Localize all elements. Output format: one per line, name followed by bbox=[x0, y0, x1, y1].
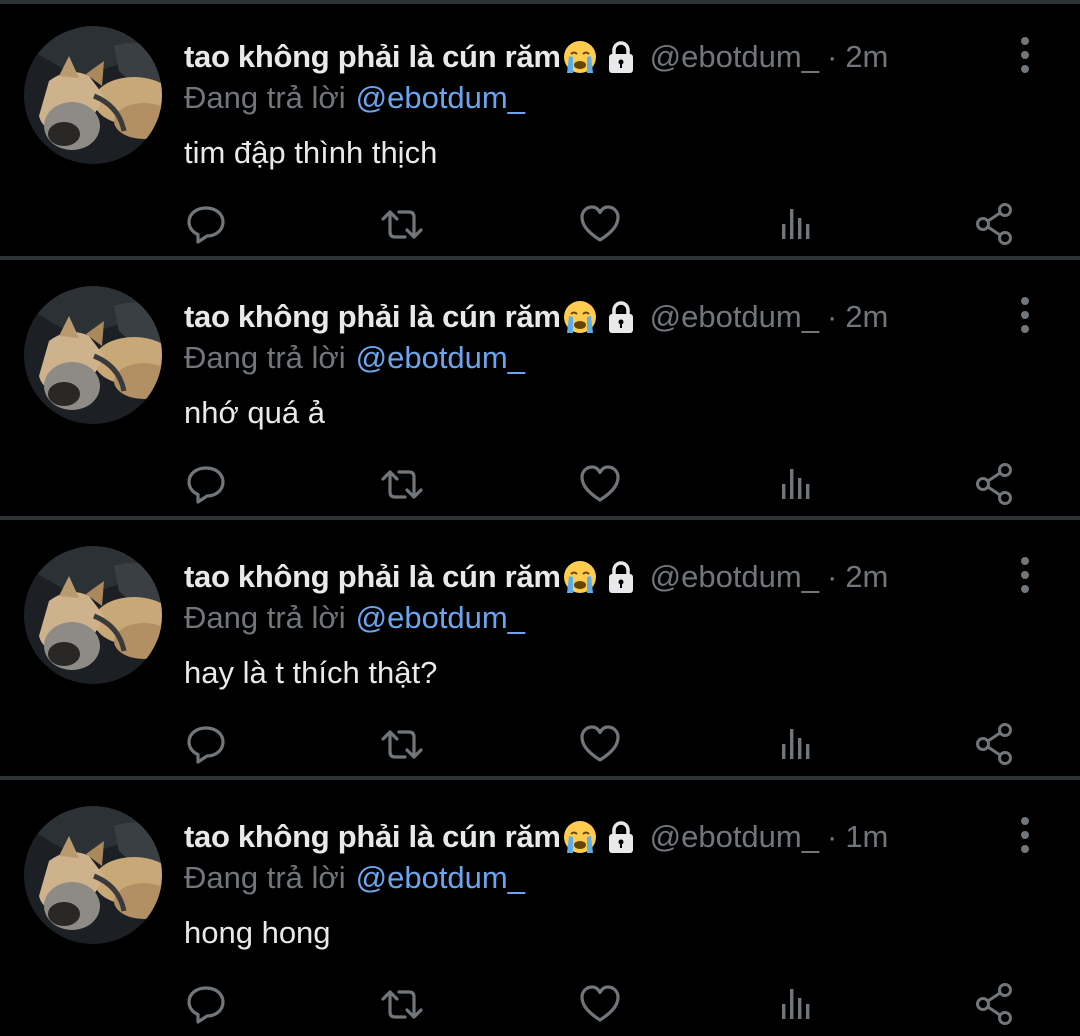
tweet[interactable]: tao không phải là cún răm @ebotdum_ · 2m… bbox=[0, 4, 1080, 260]
display-name[interactable]: tao không phải là cún răm bbox=[184, 299, 561, 335]
retweet-icon[interactable] bbox=[378, 460, 426, 508]
avatar[interactable] bbox=[24, 286, 162, 424]
tweet-header: tao không phải là cún răm @ebotdum_ · 2m bbox=[184, 292, 888, 342]
reply-to-handle-link[interactable]: @ebotdum_ bbox=[356, 860, 525, 896]
tweet-text: nhớ quá ả bbox=[184, 395, 325, 430]
tweet[interactable]: tao không phải là cún răm @ebotdum_ · 1m… bbox=[0, 784, 1080, 1036]
lock-icon bbox=[604, 299, 638, 335]
separator: · bbox=[826, 819, 838, 854]
tweet-header: tao không phải là cún răm @ebotdum_ · 2m bbox=[184, 32, 888, 82]
share-icon[interactable] bbox=[970, 460, 1018, 508]
reply-icon[interactable] bbox=[182, 460, 230, 508]
display-name[interactable]: tao không phải là cún răm bbox=[184, 559, 561, 595]
tweet-text: hong hong bbox=[184, 915, 331, 950]
tweet-actions bbox=[0, 460, 1080, 510]
lock-icon bbox=[604, 39, 638, 75]
reply-prefix: Đang trả lời bbox=[184, 340, 346, 375]
tweet-divider bbox=[0, 256, 1080, 260]
reply-icon[interactable] bbox=[182, 200, 230, 248]
like-icon[interactable] bbox=[576, 460, 624, 508]
tweet[interactable]: tao không phải là cún răm @ebotdum_ · 2m… bbox=[0, 524, 1080, 780]
replying-to: Đang trả lời @ebotdum_ bbox=[184, 856, 525, 900]
timestamp[interactable]: 1m bbox=[845, 819, 888, 855]
reply-to-handle-link[interactable]: @ebotdum_ bbox=[356, 600, 525, 636]
replying-to: Đang trả lời @ebotdum_ bbox=[184, 76, 525, 120]
like-icon[interactable] bbox=[576, 200, 624, 248]
like-icon[interactable] bbox=[576, 720, 624, 768]
display-name[interactable]: tao không phải là cún răm bbox=[184, 39, 561, 75]
more-vertical-icon[interactable] bbox=[1008, 554, 1042, 596]
replying-to: Đang trả lời @ebotdum_ bbox=[184, 336, 525, 380]
tweet-actions bbox=[0, 200, 1080, 250]
more-vertical-icon[interactable] bbox=[1008, 814, 1042, 856]
lock-icon bbox=[604, 819, 638, 855]
views-icon[interactable] bbox=[772, 460, 820, 508]
tweet-actions bbox=[0, 720, 1080, 770]
reply-icon[interactable] bbox=[182, 720, 230, 768]
reply-prefix: Đang trả lời bbox=[184, 80, 346, 115]
user-handle[interactable]: @ebotdum_ bbox=[650, 299, 819, 335]
views-icon[interactable] bbox=[772, 980, 820, 1028]
timestamp[interactable]: 2m bbox=[845, 39, 888, 75]
lock-icon bbox=[604, 559, 638, 595]
avatar[interactable] bbox=[24, 806, 162, 944]
more-vertical-icon[interactable] bbox=[1008, 34, 1042, 76]
display-name[interactable]: tao không phải là cún răm bbox=[184, 819, 561, 855]
replying-to: Đang trả lời @ebotdum_ bbox=[184, 596, 525, 640]
reply-prefix: Đang trả lời bbox=[184, 860, 346, 895]
tweet-divider bbox=[0, 516, 1080, 520]
loudly-crying-face-icon bbox=[562, 39, 598, 75]
user-handle[interactable]: @ebotdum_ bbox=[650, 39, 819, 75]
user-handle[interactable]: @ebotdum_ bbox=[650, 819, 819, 855]
more-vertical-icon[interactable] bbox=[1008, 294, 1042, 336]
loudly-crying-face-icon bbox=[562, 819, 598, 855]
reply-prefix: Đang trả lời bbox=[184, 600, 346, 635]
separator: · bbox=[826, 39, 838, 74]
tweet-divider bbox=[0, 776, 1080, 780]
tweet-header: tao không phải là cún răm @ebotdum_ · 2m bbox=[184, 552, 888, 602]
avatar[interactable] bbox=[24, 26, 162, 164]
tweet-feed: tao không phải là cún răm @ebotdum_ · 2m… bbox=[0, 0, 1080, 1036]
loudly-crying-face-icon bbox=[562, 299, 598, 335]
reply-to-handle-link[interactable]: @ebotdum_ bbox=[356, 340, 525, 376]
reply-icon[interactable] bbox=[182, 980, 230, 1028]
tweet-text: hay là t thích thật? bbox=[184, 655, 438, 690]
share-icon[interactable] bbox=[970, 200, 1018, 248]
tweet-header: tao không phải là cún răm @ebotdum_ · 1m bbox=[184, 812, 888, 862]
tweet-text: tim đập thình thịch bbox=[184, 135, 438, 170]
retweet-icon[interactable] bbox=[378, 720, 426, 768]
share-icon[interactable] bbox=[970, 720, 1018, 768]
loudly-crying-face-icon bbox=[562, 559, 598, 595]
like-icon[interactable] bbox=[576, 980, 624, 1028]
share-icon[interactable] bbox=[970, 980, 1018, 1028]
separator: · bbox=[826, 559, 838, 594]
reply-to-handle-link[interactable]: @ebotdum_ bbox=[356, 80, 525, 116]
tweet[interactable]: tao không phải là cún răm @ebotdum_ · 2m… bbox=[0, 264, 1080, 520]
avatar[interactable] bbox=[24, 546, 162, 684]
timestamp[interactable]: 2m bbox=[845, 299, 888, 335]
retweet-icon[interactable] bbox=[378, 980, 426, 1028]
user-handle[interactable]: @ebotdum_ bbox=[650, 559, 819, 595]
tweet-actions bbox=[0, 980, 1080, 1030]
views-icon[interactable] bbox=[772, 720, 820, 768]
views-icon[interactable] bbox=[772, 200, 820, 248]
timestamp[interactable]: 2m bbox=[845, 559, 888, 595]
separator: · bbox=[826, 299, 838, 334]
retweet-icon[interactable] bbox=[378, 200, 426, 248]
